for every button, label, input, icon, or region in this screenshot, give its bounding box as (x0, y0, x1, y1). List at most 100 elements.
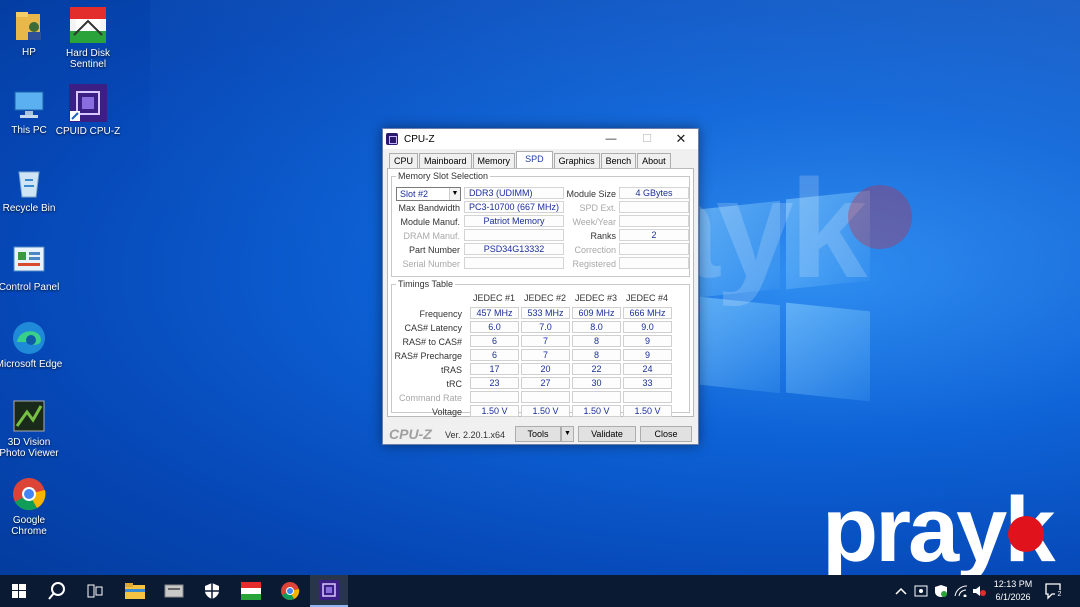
tab-cpu[interactable]: CPU (389, 153, 419, 168)
desktop-icon-chrome[interactable]: Google Chrome (0, 476, 64, 537)
tray-security-icon[interactable] (934, 575, 948, 607)
windows-start-icon (12, 584, 26, 598)
taskbar-app-security[interactable] (193, 575, 231, 607)
tools-button[interactable]: Tools (515, 426, 561, 442)
timing-cell: 7.0 (521, 321, 570, 333)
timing-cell: 7 (521, 349, 570, 361)
recycle-bin-icon (11, 164, 47, 200)
tab-graphics[interactable]: Graphics (553, 153, 600, 168)
validate-button[interactable]: Validate (578, 426, 636, 442)
taskbar: 12:13 PM 6/1/2026 2 (0, 575, 1080, 607)
timing-cell: 9 (623, 335, 672, 347)
desktop-icon-3d-vision[interactable]: 3D Vision Photo Viewer (0, 398, 64, 459)
module-type-field: DDR3 (UDIMM) (464, 187, 564, 199)
max-bandwidth-value: PC3-10700 (667 MHz) (464, 201, 564, 213)
close-window-button[interactable]: ✕ (663, 129, 699, 149)
maximize-button[interactable]: ☐ (629, 129, 665, 149)
timing-cell: 8.0 (572, 321, 621, 333)
part-number-label: Part Number (408, 245, 460, 255)
chrome-icon (11, 476, 47, 512)
timings-column-header: JEDEC #3 (574, 293, 618, 303)
dram-manuf-label: DRAM Manuf. (403, 231, 460, 241)
cpuz-chip-icon (68, 83, 108, 123)
timing-row-label: tRC (446, 379, 463, 389)
volume-muted-icon[interactable] (972, 575, 986, 607)
timing-row-label: tRAS (440, 365, 462, 375)
tab-spd[interactable]: SPD (516, 151, 553, 168)
clock-time: 12:13 PM (993, 579, 1033, 589)
cpuz-brand: CPU-Z (389, 426, 432, 442)
tab-bench[interactable]: Bench (600, 153, 637, 168)
timing-row-label: CAS# Latency (404, 323, 462, 333)
timing-cell: 666 MHz (623, 307, 672, 319)
timing-cell: 30 (572, 377, 621, 389)
task-view-icon (87, 584, 103, 598)
registered-label: Registered (572, 259, 616, 269)
memory-slot-group: Memory Slot Selection Slot #2 ▼ DDR3 (UD… (391, 171, 690, 277)
window-titlebar[interactable]: CPU-Z — ☐ ✕ (383, 129, 698, 149)
cpuz-app-icon (386, 133, 398, 145)
timing-cell: 609 MHz (572, 307, 621, 319)
search-icon (48, 582, 65, 600)
timing-row-label: RAS# Precharge (394, 351, 462, 361)
group-title: Memory Slot Selection (396, 171, 491, 181)
taskbar-file-explorer[interactable] (116, 575, 154, 607)
timing-cell: 7 (521, 335, 570, 347)
desktop-icon-edge[interactable]: Microsoft Edge (0, 320, 64, 370)
computer-icon (11, 86, 47, 122)
tab-about[interactable]: About (637, 153, 671, 168)
timing-cell: 27 (521, 377, 570, 389)
timing-cell: 9.0 (623, 321, 672, 333)
timing-cell: 8 (572, 349, 621, 361)
timing-cell: 6 (470, 335, 519, 347)
module-manuf-label: Module Manuf. (400, 217, 460, 227)
edge-icon (11, 320, 47, 356)
max-bandwidth-label: Max Bandwidth (398, 203, 460, 213)
timing-cell: 9 (623, 349, 672, 361)
tray-meet-now-icon[interactable] (914, 575, 928, 607)
chevron-down-icon[interactable]: ▼ (449, 188, 460, 200)
module-manuf-value: Patriot Memory (464, 215, 564, 227)
timing-cell (521, 391, 570, 403)
timing-row-label: Command Rate (398, 393, 462, 403)
desktop-icon-hard-disk-sentinel[interactable]: Hard Disk Sentinel (53, 5, 123, 70)
taskbar-chrome[interactable] (271, 575, 309, 607)
desktop-icon-cpuz[interactable]: CPUID CPU-Z (53, 83, 123, 137)
search-button[interactable] (38, 575, 76, 607)
timing-cell: 17 (470, 363, 519, 375)
taskbar-app-disk[interactable] (155, 575, 193, 607)
timings-column-header: JEDEC #1 (472, 293, 516, 303)
minimize-button[interactable]: — (593, 129, 629, 149)
folder-icon (125, 583, 145, 599)
start-button[interactable] (0, 575, 38, 607)
taskbar-cpuz[interactable] (310, 575, 348, 607)
ranks-label: Ranks (590, 231, 616, 241)
slot-select[interactable]: Slot #2 ▼ (396, 187, 461, 201)
task-view-button[interactable] (76, 575, 114, 607)
timing-cell: 1.50 V (521, 405, 570, 417)
taskbar-clock[interactable]: 12:13 PM 6/1/2026 (988, 578, 1038, 604)
timings-table-group: Timings Table JEDEC #1 JEDEC #2 JEDEC #3… (391, 279, 690, 417)
notification-center-icon[interactable]: 2 (1044, 582, 1064, 600)
tab-mainboard[interactable]: Mainboard (419, 153, 472, 168)
timing-cell: 1.50 V (623, 405, 672, 417)
correction-label: Correction (574, 245, 616, 255)
desktop-icon-control-panel[interactable]: Control Panel (0, 243, 64, 293)
spd-ext-label: SPD Ext. (579, 203, 616, 213)
tray-chevron-icon[interactable] (895, 575, 907, 607)
cpuz-chip-icon (319, 580, 339, 600)
serial-number-value (464, 257, 564, 269)
tools-dropdown-arrow-icon[interactable]: ▼ (561, 426, 574, 442)
tab-memory[interactable]: Memory (472, 153, 516, 168)
version-text: Ver. 2.20.1.x64 (445, 430, 506, 440)
timing-row-label: RAS# to CAS# (402, 337, 462, 347)
taskbar-hard-disk-sentinel[interactable] (232, 575, 270, 607)
desktop-icon-recycle-bin[interactable]: Recycle Bin (0, 164, 64, 214)
wifi-icon[interactable] (954, 575, 968, 607)
cpuz-window: CPU-Z — ☐ ✕ CPU Mainboard Memory SPD Gra… (382, 128, 699, 445)
close-button[interactable]: Close (640, 426, 692, 442)
timing-cell: 33 (623, 377, 672, 389)
part-number-value: PSD34G13332 (464, 243, 564, 255)
spd-panel: Memory Slot Selection Slot #2 ▼ DDR3 (UD… (387, 168, 694, 417)
timing-cell: 23 (470, 377, 519, 389)
